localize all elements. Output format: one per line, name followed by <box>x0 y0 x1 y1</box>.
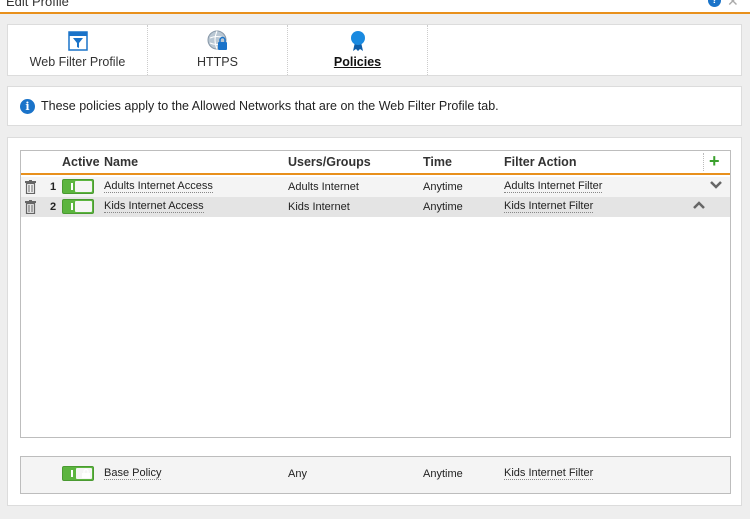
policy-name-link[interactable]: Adults Internet Access <box>104 181 213 193</box>
filter-action-link[interactable]: Adults Internet Filter <box>504 181 603 193</box>
dialog-title: Edit Profile <box>6 0 69 9</box>
column-header-active[interactable]: Active <box>62 155 100 169</box>
tab-policies[interactable]: Policies <box>288 25 428 75</box>
users-groups-cell: Kids Internet <box>288 201 350 213</box>
policy-name-link[interactable]: Kids Internet Access <box>104 201 204 213</box>
table-row[interactable]: 1 Adults Internet Access Adults Internet… <box>21 177 730 197</box>
base-policy-users: Any <box>288 468 307 480</box>
tab-https[interactable]: HTTPS <box>148 25 288 75</box>
tab-bar: Web Filter Profile HTTPS Policies <box>7 24 742 76</box>
funnel-icon <box>67 31 88 51</box>
base-policy-time: Anytime <box>423 468 463 480</box>
users-groups-cell: Adults Internet <box>288 181 359 193</box>
chevron-up-icon[interactable] <box>693 200 705 210</box>
header-divider <box>703 153 704 171</box>
tab-label: Web Filter Profile <box>29 55 126 69</box>
table-row[interactable]: 2 Kids Internet Access Kids Internet Any… <box>21 197 730 217</box>
policies-table: Active Name Users/Groups Time Filter Act… <box>20 150 731 438</box>
filter-action-link[interactable]: Kids Internet Filter <box>504 201 594 213</box>
chevron-down-icon[interactable] <box>710 180 722 190</box>
column-header-name[interactable]: Name <box>104 155 138 169</box>
lock-icon <box>82 469 90 478</box>
time-cell: Anytime <box>423 201 463 213</box>
policies-panel: Active Name Users/Groups Time Filter Act… <box>7 137 742 506</box>
close-icon[interactable]: ✕ <box>727 0 739 10</box>
dialog-title-bar: Edit Profile ? ✕ <box>0 0 750 14</box>
info-text: These policies apply to the Allowed Netw… <box>41 99 499 113</box>
info-icon: i <box>20 99 35 114</box>
ribbon-icon <box>350 31 365 51</box>
table-header: Active Name Users/Groups Time Filter Act… <box>21 151 730 175</box>
globe-lock-icon <box>207 30 227 50</box>
add-policy-icon[interactable]: + <box>709 151 720 172</box>
help-icon[interactable]: ? <box>708 0 721 7</box>
base-policy-name-link[interactable]: Base Policy <box>104 468 162 480</box>
row-number: 2 <box>50 201 57 213</box>
active-toggle[interactable] <box>62 179 94 194</box>
base-policy-row: Base Policy Any Anytime Kids Internet Fi… <box>20 456 731 494</box>
column-header-time[interactable]: Time <box>423 155 452 169</box>
column-header-filter-action[interactable]: Filter Action <box>504 155 576 169</box>
tab-label: Policies <box>333 55 382 69</box>
trash-icon[interactable] <box>25 180 36 194</box>
trash-icon[interactable] <box>25 200 36 214</box>
tab-web-filter-profile[interactable]: Web Filter Profile <box>8 25 148 75</box>
row-number: 1 <box>50 181 57 193</box>
active-toggle[interactable] <box>62 199 94 214</box>
base-policy-filter-link[interactable]: Kids Internet Filter <box>504 468 594 480</box>
tab-label: HTTPS <box>197 55 238 69</box>
info-banner: i These policies apply to the Allowed Ne… <box>7 86 742 126</box>
time-cell: Anytime <box>423 181 463 193</box>
column-header-users-groups[interactable]: Users/Groups <box>288 155 371 169</box>
